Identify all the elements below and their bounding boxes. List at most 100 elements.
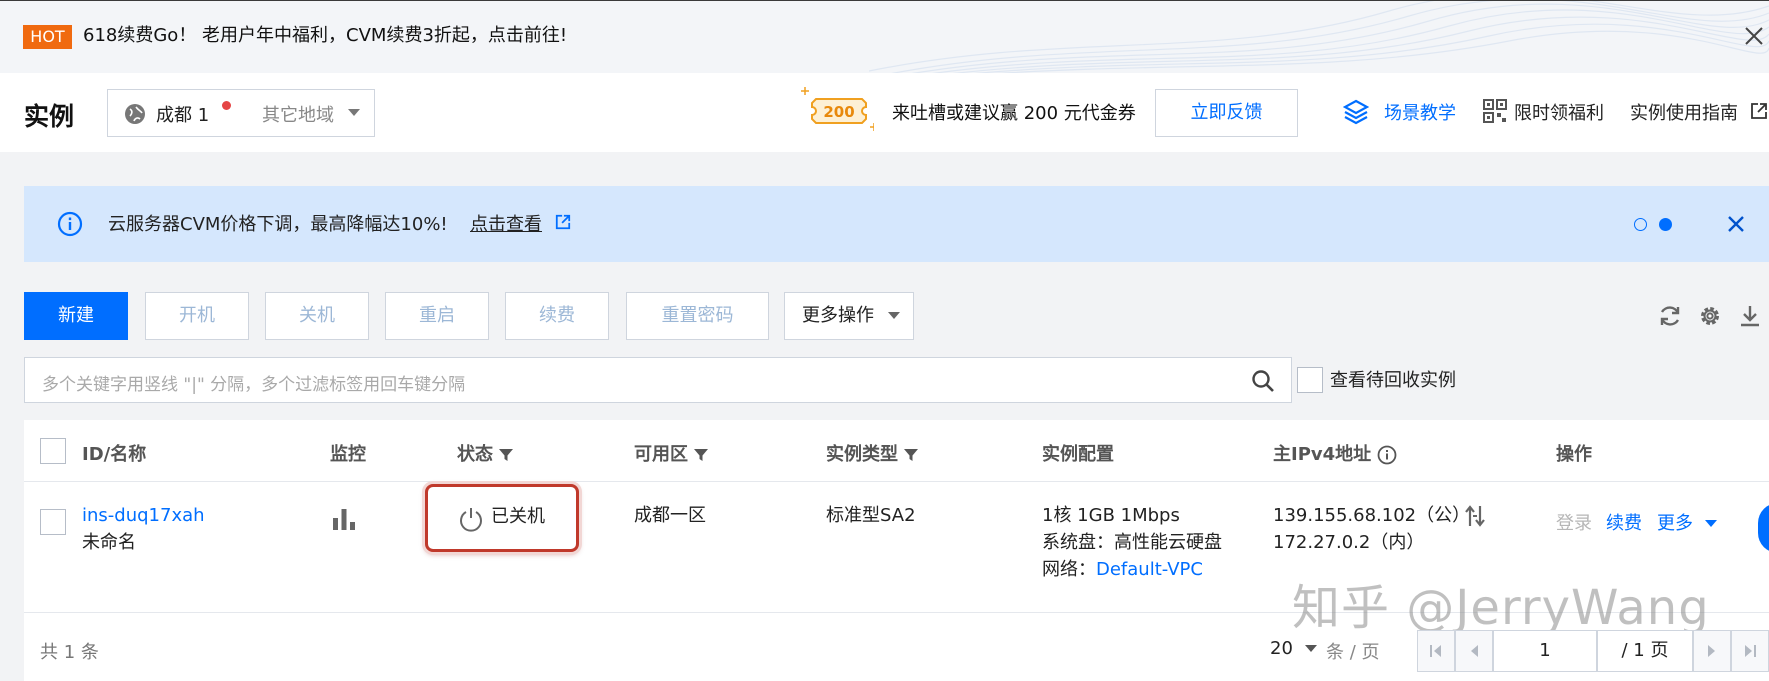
gear-icon[interactable] xyxy=(1698,304,1722,328)
current-region: 成都 1 xyxy=(156,105,210,126)
carousel-dot-2-active[interactable] xyxy=(1659,218,1672,231)
instance-type-value: 标准型SA2 xyxy=(826,505,916,526)
filter-icon[interactable] xyxy=(904,448,918,462)
select-all-checkbox[interactable] xyxy=(40,438,66,464)
shutdown-button[interactable]: 关机 xyxy=(265,292,369,340)
filter-icon[interactable] xyxy=(499,448,513,462)
more-actions-dropdown[interactable]: 更多操作 xyxy=(784,292,914,340)
scenario-tutorial-link[interactable]: 场景教学 xyxy=(1343,99,1456,125)
limited-benefit-link[interactable]: 限时领福利 xyxy=(1483,99,1604,124)
column-header-monitor: 监控 xyxy=(330,444,366,465)
page-header: 实例 成都 1 其它地域 200 来吐槽或建议赢 200 元代金券 立即反馈 场… xyxy=(0,73,1769,152)
search-icon[interactable] xyxy=(1251,369,1275,393)
page-title: 实例 xyxy=(24,102,75,131)
feedback-button[interactable]: 立即反馈 xyxy=(1155,89,1298,137)
qrcode-icon xyxy=(1483,99,1507,123)
create-button[interactable]: 新建 xyxy=(24,292,128,340)
close-icon[interactable] xyxy=(1743,25,1765,47)
restart-button[interactable]: 重启 xyxy=(385,292,489,340)
first-page-button[interactable] xyxy=(1417,630,1455,672)
reset-password-button[interactable]: 重置密码 xyxy=(626,292,769,340)
promo-text[interactable]: 618续费Go！ 老用户年中福利，CVM续费3折起，点击前往! xyxy=(83,23,567,49)
more-actions-label: 更多操作 xyxy=(802,305,874,326)
column-header-ops: 操作 xyxy=(1556,444,1592,465)
last-page-icon xyxy=(1745,645,1756,657)
zone-value: 成都一区 xyxy=(634,505,706,526)
instance-id-link[interactable]: ins-duq17xah xyxy=(82,502,205,529)
column-header-status[interactable]: 状态 xyxy=(457,440,513,466)
limited-benefit-label: 限时领福利 xyxy=(1514,103,1604,124)
more-ops-label: 更多 xyxy=(1657,513,1693,534)
column-header-ip-label: 主IPv4地址 xyxy=(1273,444,1372,465)
next-page-button[interactable] xyxy=(1693,630,1731,672)
network-vpc-link[interactable]: Default-VPC xyxy=(1096,559,1203,580)
hot-badge: HOT xyxy=(23,25,72,49)
network-label: 网络： xyxy=(1042,559,1096,580)
chevron-down-icon xyxy=(888,312,900,319)
column-header-config: 实例配置 xyxy=(1042,444,1114,465)
region-notification-dot xyxy=(222,101,231,110)
renew-link[interactable]: 续费 xyxy=(1606,510,1642,537)
row-checkbox[interactable] xyxy=(40,509,66,535)
column-header-type-label: 实例类型 xyxy=(826,444,898,465)
notice-text: 云服务器CVM价格下调，最高降幅达10%! xyxy=(108,214,448,235)
status-value: 已关机 xyxy=(491,506,545,527)
search-input[interactable]: 多个关键字用竖线 "|" 分隔，多个过滤标签用回车键分隔 xyxy=(24,357,1292,403)
total-count: 共 1 条 xyxy=(40,642,99,663)
column-header-type[interactable]: 实例类型 xyxy=(826,440,918,466)
page-number-input[interactable]: 1 xyxy=(1493,630,1597,672)
promo-bar[interactable]: HOT 618续费Go！ 老用户年中福利，CVM续费3折起，点击前往! xyxy=(0,0,1769,73)
table-header: ID/名称 监控 状态 可用区 实例类型 实例配置 主IPv4地址 操作 xyxy=(24,420,1769,482)
external-link-icon xyxy=(1751,103,1767,119)
start-button[interactable]: 开机 xyxy=(145,292,249,340)
carousel-dot-1[interactable] xyxy=(1634,218,1647,231)
page-size-select[interactable]: 20 xyxy=(1270,638,1317,659)
more-ops-dropdown[interactable]: 更多 xyxy=(1657,510,1717,537)
refresh-icon[interactable] xyxy=(1658,304,1682,328)
prev-page-button[interactable] xyxy=(1455,630,1493,672)
watermark: 知乎 @JerryWang xyxy=(1292,580,1710,636)
notice-link[interactable]: 点击查看 xyxy=(470,210,542,236)
public-ip: 139.155.68.102（公） xyxy=(1273,505,1471,526)
info-icon[interactable] xyxy=(1377,445,1397,465)
region-selector[interactable]: 成都 1 其它地域 xyxy=(107,89,375,137)
status-highlight: 已关机 xyxy=(425,484,579,552)
power-off-icon xyxy=(460,508,482,532)
other-regions[interactable]: 其它地域 xyxy=(262,101,334,127)
download-icon[interactable] xyxy=(1738,304,1762,328)
instance-guide-label: 实例使用指南 xyxy=(1630,103,1738,124)
column-header-id: ID/名称 xyxy=(82,444,147,465)
column-header-ip: 主IPv4地址 xyxy=(1273,440,1397,466)
login-button-disabled[interactable]: 登录 xyxy=(1556,510,1592,537)
globe-icon xyxy=(125,104,145,124)
feedback-text: 来吐槽或建议赢 200 元代金券 xyxy=(892,103,1136,124)
config-line2: 系统盘：高性能云硬盘 xyxy=(1042,532,1222,553)
first-page-icon xyxy=(1430,645,1441,657)
per-page-label: 条 / 页 xyxy=(1326,642,1380,663)
column-header-status-label: 状态 xyxy=(457,444,493,465)
renew-button[interactable]: 续费 xyxy=(505,292,609,340)
network-config: 网络：Default-VPC xyxy=(1042,556,1203,583)
page-size-value: 20 xyxy=(1270,638,1293,659)
bar-chart-icon[interactable] xyxy=(332,508,356,530)
coupon-amount: 200 xyxy=(823,103,854,121)
last-page-button[interactable] xyxy=(1731,630,1769,672)
column-header-zone[interactable]: 可用区 xyxy=(634,440,708,466)
column-header-zone-label: 可用区 xyxy=(634,444,688,465)
promo-decoration xyxy=(869,1,1769,73)
recycle-checkbox[interactable] xyxy=(1297,367,1323,393)
chevron-down-icon xyxy=(1704,520,1717,527)
external-link-icon[interactable] xyxy=(555,214,571,230)
config-line1: 1核 1GB 1Mbps xyxy=(1042,505,1180,526)
chevron-left-icon xyxy=(1471,645,1478,657)
filter-icon[interactable] xyxy=(694,448,708,462)
chevron-down-icon xyxy=(348,109,360,116)
close-icon[interactable] xyxy=(1726,214,1746,234)
recycle-label[interactable]: 查看待回收实例 xyxy=(1330,366,1456,392)
coupon-icon: 200 xyxy=(801,87,874,131)
page-total: / 1 页 xyxy=(1597,630,1693,672)
swap-ip-icon[interactable] xyxy=(1464,504,1486,528)
private-ip: 172.27.0.2（内） xyxy=(1273,532,1425,553)
instance-name: 未命名 xyxy=(82,532,136,553)
info-icon xyxy=(57,211,83,237)
